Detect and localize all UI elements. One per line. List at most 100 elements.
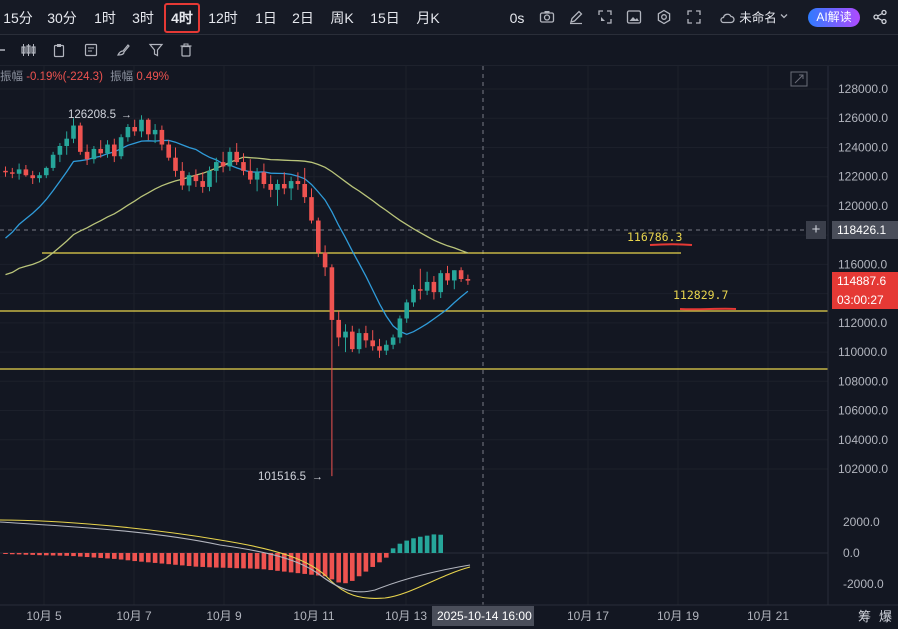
macd-bar bbox=[254, 553, 260, 569]
trash-icon[interactable] bbox=[178, 42, 194, 58]
camera-icon[interactable] bbox=[539, 9, 555, 25]
macd-bar bbox=[336, 553, 341, 583]
image-icon[interactable] bbox=[626, 9, 642, 25]
candle-body bbox=[268, 184, 273, 190]
low-annotation: 101516.5 bbox=[258, 471, 306, 483]
candle-body bbox=[329, 267, 335, 320]
drawing-toolbar bbox=[0, 35, 898, 66]
macd-bar bbox=[418, 536, 423, 553]
candle-body bbox=[50, 154, 56, 168]
price-tick: 122000.0 bbox=[838, 170, 888, 184]
candle-body bbox=[302, 184, 307, 198]
price-axis[interactable]: 128000.0 126000.0 124000.0 122000.0 120000.0… bbox=[838, 82, 888, 476]
timeframe-3h[interactable]: 3时 bbox=[130, 7, 156, 29]
macd-bar bbox=[322, 553, 328, 577]
timeframe-4h[interactable]: 4时 bbox=[164, 3, 200, 33]
macd-bar bbox=[390, 548, 396, 553]
select-icon[interactable] bbox=[597, 9, 613, 25]
macd-bar bbox=[132, 553, 137, 562]
layout-name[interactable]: 未命名 bbox=[739, 7, 777, 29]
chevron-down-icon[interactable] bbox=[779, 11, 789, 21]
macd-bar bbox=[404, 540, 409, 553]
high-arrow-icon: → bbox=[121, 109, 132, 121]
filter-icon[interactable] bbox=[148, 42, 164, 58]
clipboard-icon[interactable] bbox=[51, 42, 67, 58]
price-chart[interactable]: 126208.5 → 101516.5 → 116786.3 112829.7 … bbox=[0, 0, 898, 629]
amplitude-value: 0.49% bbox=[136, 71, 169, 83]
candle-body bbox=[452, 270, 457, 281]
liquidation-button[interactable]: 爆 bbox=[879, 609, 892, 624]
candle-body bbox=[350, 331, 355, 350]
countdown-label[interactable]: 0s bbox=[506, 7, 528, 29]
macd-bar bbox=[220, 553, 226, 568]
candle-body bbox=[336, 319, 341, 338]
candle-icon[interactable] bbox=[20, 42, 36, 58]
candle-body bbox=[295, 181, 301, 184]
price-tick: 102000.0 bbox=[838, 462, 888, 476]
macd-bar bbox=[384, 553, 389, 558]
candle-body bbox=[390, 337, 396, 345]
ai-analysis-button[interactable]: AI解读 bbox=[808, 8, 860, 27]
candle-body bbox=[356, 333, 362, 350]
macd-bar bbox=[10, 553, 15, 555]
macd-bar bbox=[356, 553, 362, 577]
time-tick: 10月 11 bbox=[293, 609, 334, 623]
macd-bar bbox=[57, 553, 63, 556]
candle-body bbox=[16, 169, 22, 174]
candle-body bbox=[309, 197, 314, 221]
candle-body bbox=[146, 119, 151, 135]
timeframe-15m[interactable]: 15分 bbox=[2, 7, 34, 29]
line1-label: 116786.3 bbox=[627, 230, 682, 244]
macd-bar bbox=[234, 553, 239, 569]
time-axis: 10月 5 10月 7 10月 9 10月 11 10月 13 10月 17 10月 19 1… bbox=[26, 609, 789, 623]
macd-bar bbox=[363, 553, 369, 572]
macd-bar bbox=[159, 553, 165, 564]
candle-body bbox=[125, 127, 131, 138]
candle-body bbox=[186, 175, 192, 186]
timeframe-30m[interactable]: 30分 bbox=[46, 7, 78, 29]
candle-body bbox=[214, 162, 219, 171]
settings-icon[interactable] bbox=[656, 9, 672, 25]
cloud-icon bbox=[720, 13, 735, 24]
macd-bar bbox=[166, 553, 171, 565]
timeframe-2d[interactable]: 2日 bbox=[290, 7, 316, 29]
candle-body bbox=[132, 127, 137, 132]
candle-body bbox=[261, 172, 267, 184]
macd-bar bbox=[309, 553, 314, 575]
edit-icon[interactable] bbox=[568, 9, 584, 25]
crosshair-price-badge bbox=[832, 221, 898, 239]
timeframe-week[interactable]: 周K bbox=[328, 7, 356, 29]
change-value: -0.19%(-224.3) bbox=[26, 71, 103, 83]
timeframe-1h[interactable]: 1时 bbox=[92, 7, 118, 29]
macd-bar bbox=[227, 553, 233, 568]
expand-icon[interactable] bbox=[790, 71, 808, 87]
candle-body bbox=[91, 148, 97, 160]
candle-body bbox=[3, 170, 8, 173]
candle-body bbox=[23, 169, 29, 176]
macd-bar bbox=[84, 553, 90, 558]
timeframe-15d[interactable]: 15日 bbox=[368, 7, 402, 29]
add-line-button[interactable] bbox=[806, 221, 826, 239]
timeframe-12h[interactable]: 12时 bbox=[205, 7, 241, 29]
note-icon[interactable] bbox=[83, 42, 99, 58]
macd-bar bbox=[152, 553, 158, 563]
macd-bar bbox=[173, 553, 178, 565]
candle-body bbox=[98, 148, 103, 154]
timeframe-1d[interactable]: 1日 bbox=[253, 7, 279, 29]
macd-bar bbox=[424, 535, 430, 553]
timeframe-month[interactable]: 月K bbox=[414, 7, 442, 29]
share-icon[interactable] bbox=[872, 9, 888, 25]
time-tick: 10月 17 bbox=[567, 609, 609, 623]
candle-body bbox=[241, 162, 246, 171]
macd-bar bbox=[30, 553, 35, 555]
brush-icon[interactable] bbox=[115, 42, 131, 58]
macd-bar bbox=[214, 553, 219, 568]
chips-button[interactable]: 筹 bbox=[858, 609, 871, 624]
candle-body bbox=[180, 170, 185, 186]
dashes-icon[interactable] bbox=[0, 42, 12, 58]
fullscreen-icon[interactable] bbox=[686, 9, 702, 25]
candle-body bbox=[200, 181, 205, 187]
macd-axis: 2000.0 0.0 -2000.0 bbox=[843, 515, 884, 591]
candle-body bbox=[404, 302, 409, 319]
plus-icon: + bbox=[812, 221, 821, 238]
